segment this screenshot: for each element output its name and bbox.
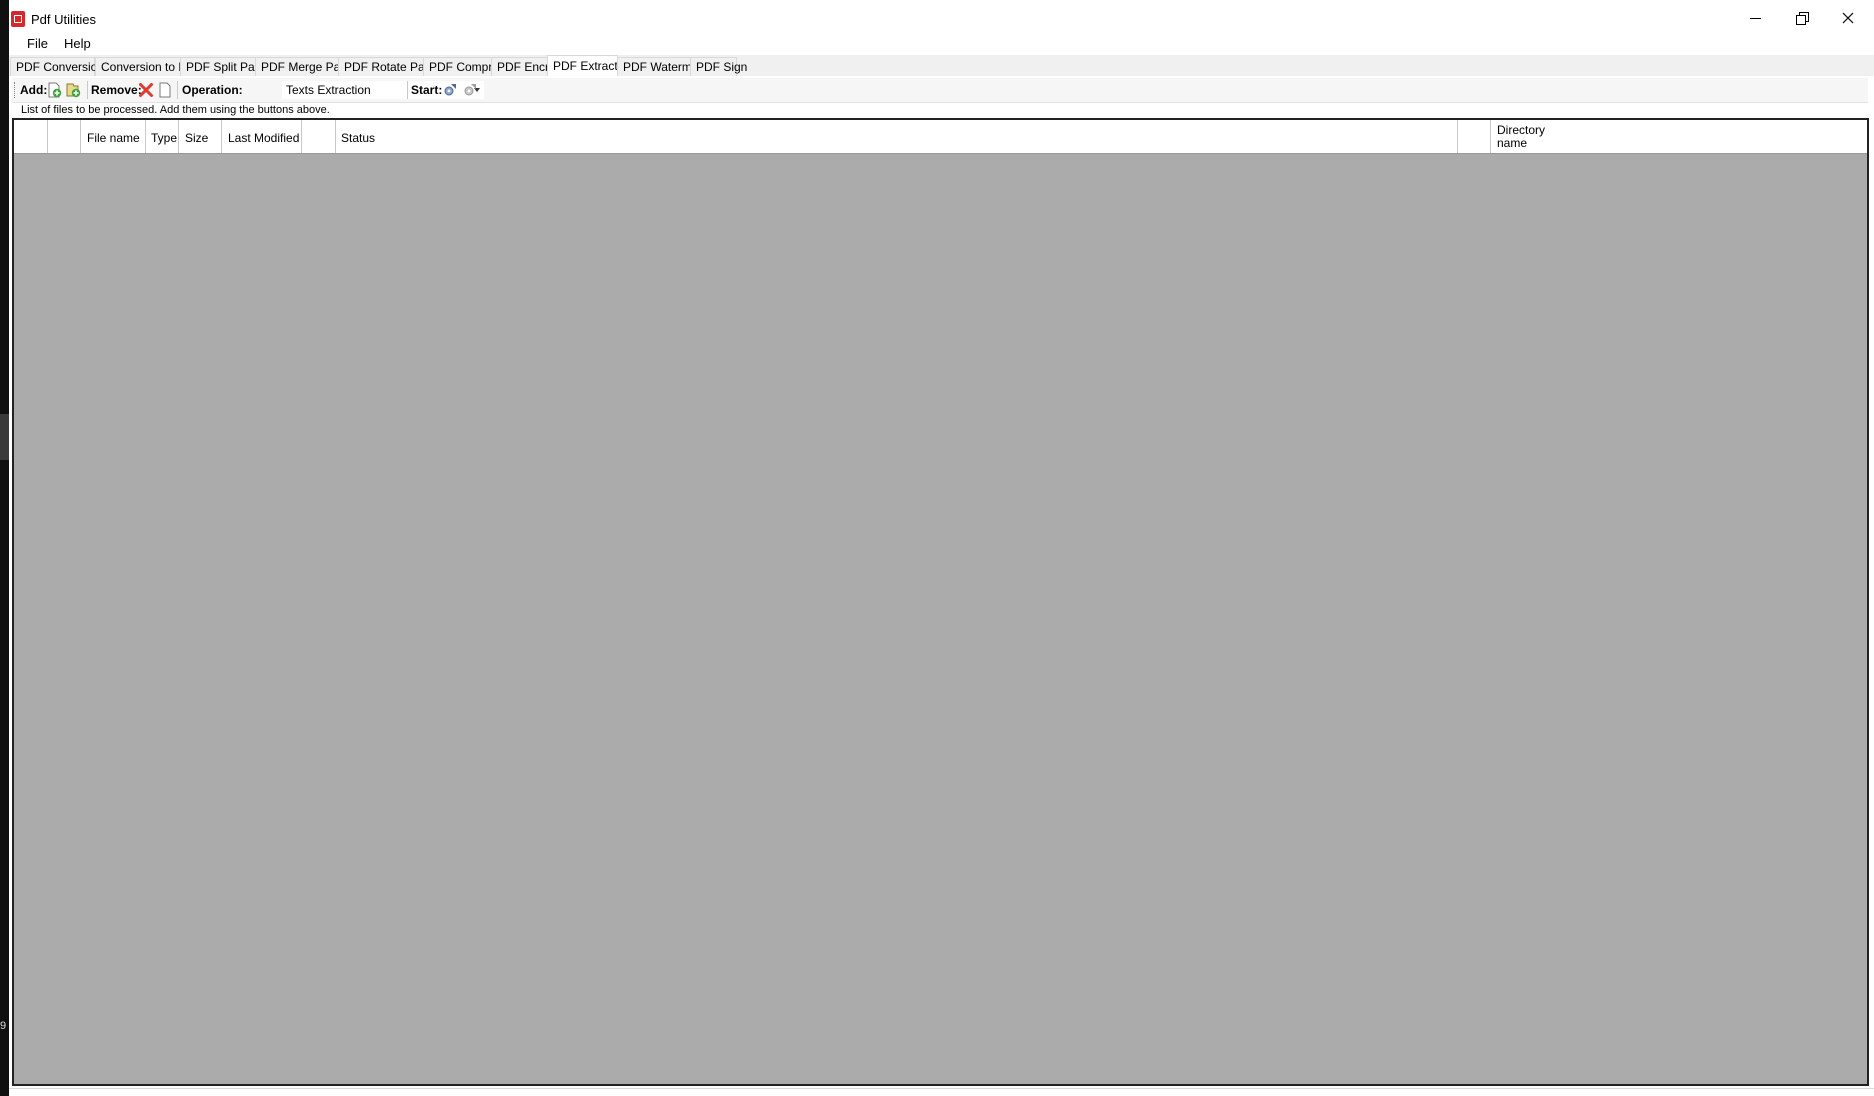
restore-button[interactable]: [1779, 0, 1825, 36]
start-label: Start:: [411, 83, 443, 97]
tab-pdf-watermark[interactable]: PDF Watermark: [617, 57, 709, 76]
tab-content: Add: Remove: Operation: Texts Extraction…: [9, 76, 1874, 1086]
app-window: Pdf Utilities File Help PDF Conversion t…: [9, 0, 1874, 1096]
toolbar-separator: [87, 81, 88, 99]
tab-strip: PDF Conversion to Conversion to PDF PDF …: [9, 55, 1874, 77]
left-strip-mark: [0, 414, 9, 460]
menu-bar: File Help: [9, 32, 1874, 54]
file-list-hint: List of files to be processed. Add them …: [21, 104, 330, 116]
start-all-button[interactable]: [461, 81, 479, 99]
column-divider[interactable]: [335, 120, 336, 153]
column-type[interactable]: Type: [151, 131, 177, 145]
column-size[interactable]: Size: [185, 131, 208, 145]
status-strip: [9, 1088, 1874, 1089]
file-grid[interactable]: File name Type Size Last Modified Status…: [12, 118, 1869, 1086]
column-divider[interactable]: [47, 120, 48, 153]
toolbar: Add: Remove: Operation: Texts Extraction…: [12, 78, 1868, 103]
column-divider[interactable]: [1457, 120, 1458, 153]
column-divider[interactable]: [80, 120, 81, 153]
remove-all-icon: [159, 82, 171, 98]
minimize-button[interactable]: [1732, 0, 1778, 36]
tab-pdf-split-pages[interactable]: PDF Split Pages: [180, 57, 274, 76]
toolbar-separator: [177, 81, 178, 99]
column-last-modified[interactable]: Last Modified: [228, 131, 299, 145]
menu-file[interactable]: File: [23, 36, 52, 51]
add-file-icon: [48, 82, 62, 98]
menu-help[interactable]: Help: [60, 36, 95, 51]
restore-icon: [1796, 12, 1809, 25]
grid-header: File name Type Size Last Modified Status…: [14, 120, 1867, 154]
toolbar-grip[interactable]: [14, 82, 17, 98]
column-divider[interactable]: [221, 120, 222, 153]
tab-pdf-conversion-to[interactable]: PDF Conversion to: [10, 57, 117, 76]
start-all-icon: [464, 84, 476, 96]
column-divider[interactable]: [301, 120, 302, 153]
column-divider[interactable]: [1490, 120, 1491, 153]
tab-pdf-compress[interactable]: PDF Compress: [423, 57, 511, 76]
add-folder-icon: [66, 83, 81, 98]
add-folder-button[interactable]: [64, 81, 82, 99]
operation-label: Operation:: [182, 83, 243, 97]
column-divider[interactable]: [145, 120, 146, 153]
start-icon: [444, 84, 456, 96]
add-label: Add:: [20, 83, 48, 97]
pdf-app-icon: [11, 11, 25, 27]
column-status[interactable]: Status: [341, 131, 375, 145]
remove-all-button[interactable]: [156, 81, 174, 99]
toolbar-separator: [407, 81, 408, 99]
title-bar[interactable]: Pdf Utilities: [9, 0, 1874, 36]
close-icon: [1842, 12, 1854, 24]
close-button[interactable]: [1825, 0, 1871, 36]
left-strip-digit: 9: [0, 1020, 7, 1032]
tab-pdf-rotate-pages[interactable]: PDF Rotate Pages: [338, 57, 444, 76]
column-directory-name[interactable]: Directory name: [1497, 124, 1547, 150]
left-desktop-strip: 9: [0, 0, 9, 1096]
tab-pdf-sign[interactable]: PDF Sign: [690, 57, 747, 76]
tab-conversion-to-pdf[interactable]: Conversion to PDF: [95, 57, 202, 76]
column-file-name[interactable]: File name: [87, 131, 140, 145]
window-title: Pdf Utilities: [31, 12, 97, 27]
remove-selected-icon: [139, 83, 153, 97]
remove-label: Remove:: [91, 83, 142, 97]
tab-pdf-extraction[interactable]: PDF Extraction: [547, 55, 634, 77]
operation-value: Texts Extraction: [286, 83, 371, 97]
column-divider[interactable]: [178, 120, 179, 153]
minimize-icon: [1749, 17, 1761, 19]
add-file-button[interactable]: [45, 81, 63, 99]
start-button[interactable]: [441, 81, 459, 99]
remove-selected-button[interactable]: [137, 81, 155, 99]
tab-pdf-merge-pages[interactable]: PDF Merge Pages: [255, 57, 360, 76]
tab-pdf-encrypt[interactable]: PDF Encrypt: [491, 57, 565, 76]
